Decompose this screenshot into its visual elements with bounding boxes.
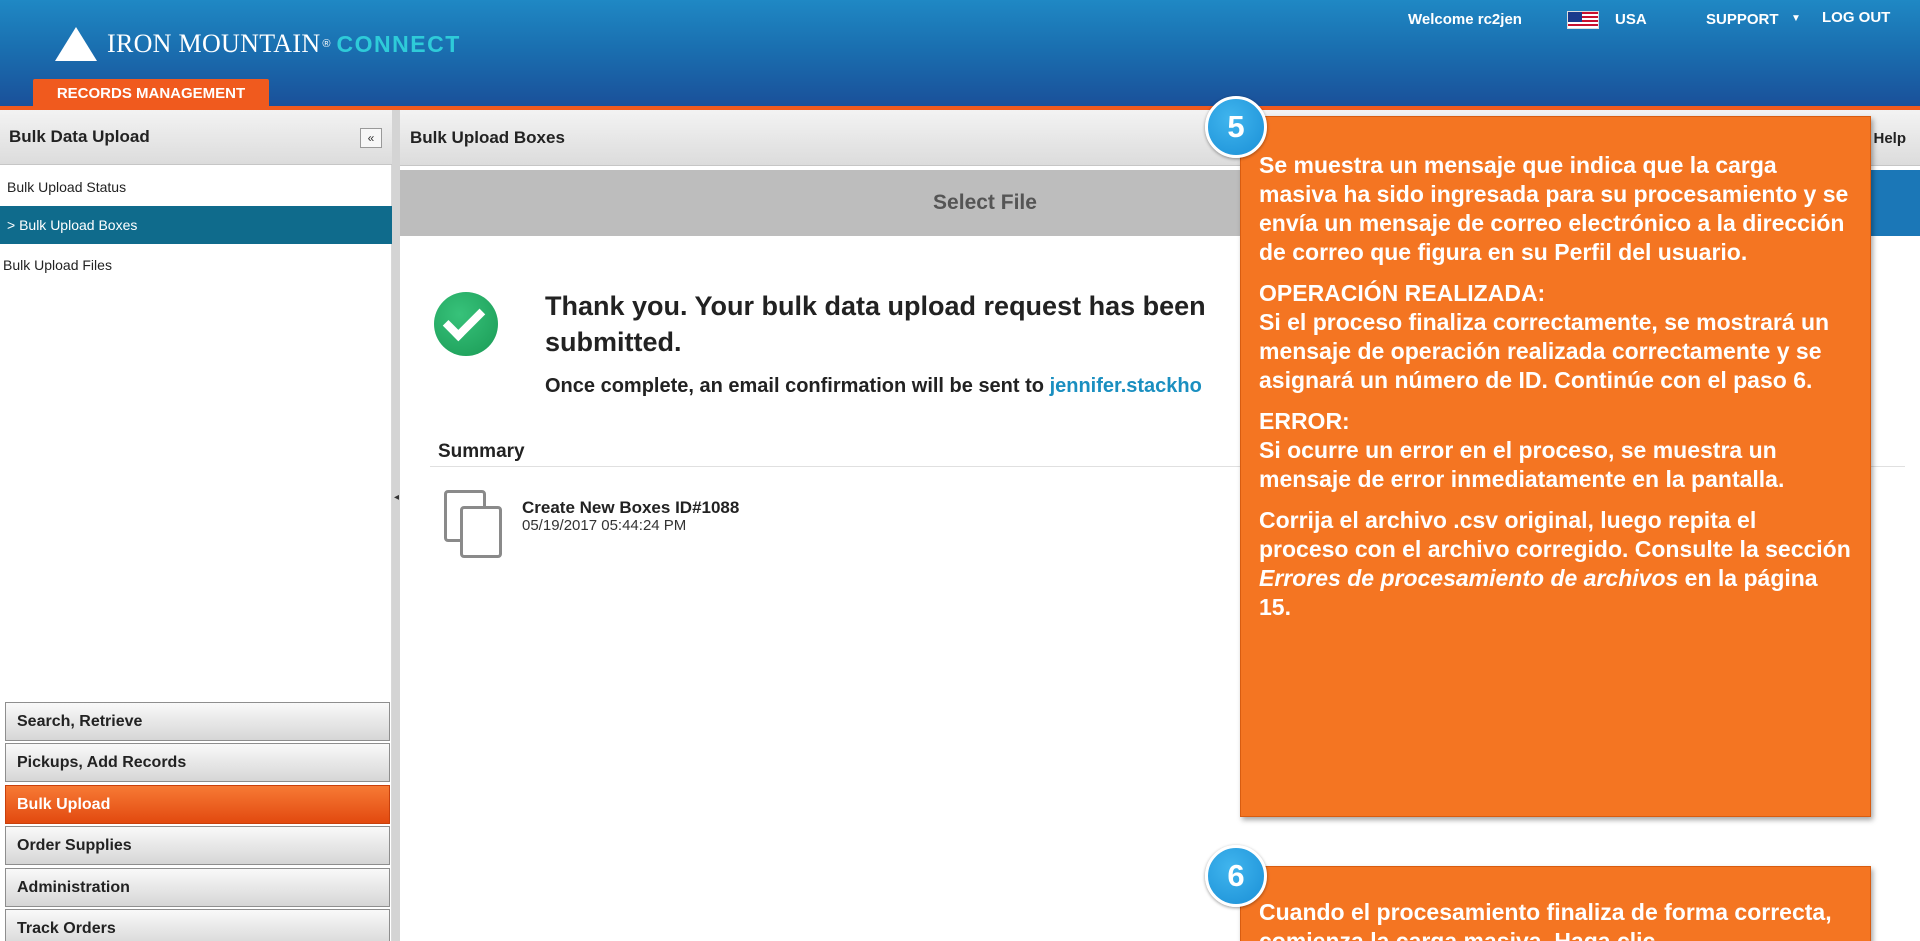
nav-pickups-add-records[interactable]: Pickups, Add Records bbox=[5, 743, 390, 782]
nav-order-supplies[interactable]: Order Supplies bbox=[5, 826, 390, 865]
chevron-left-icon[interactable]: ◂ bbox=[394, 492, 399, 503]
callout-5-error-body: Si ocurre un error en el proceso, se mue… bbox=[1259, 437, 1785, 492]
check-circle-icon bbox=[434, 292, 498, 356]
callout-step-5: Se muestra un mensaje que indica que la … bbox=[1240, 116, 1871, 817]
nav-administration[interactable]: Administration bbox=[5, 868, 390, 907]
copy-icon bbox=[444, 490, 504, 560]
tab-records-management[interactable]: RECORDS MANAGEMENT bbox=[33, 79, 269, 108]
double-chevron-left-icon[interactable]: « bbox=[360, 128, 382, 148]
logo-text: IRON MOUNTAIN bbox=[107, 29, 321, 58]
triangle-mountain-icon bbox=[55, 27, 97, 61]
sidebar-title: Bulk Data Upload bbox=[0, 110, 392, 165]
success-heading: Thank you. Your bulk data upload request… bbox=[545, 291, 1206, 357]
confirmation-prefix: Once complete, an email confirmation wil… bbox=[545, 375, 1050, 397]
check-mark bbox=[442, 298, 486, 342]
callout-5-ok-body: Si el proceso finaliza correctamente, se… bbox=[1259, 309, 1830, 393]
callout-5-fix-reference: Errores de procesamiento de archivos bbox=[1259, 565, 1679, 591]
confirmation-email[interactable]: jennifer.stackho bbox=[1050, 375, 1202, 397]
logo-registered-mark: ® bbox=[322, 38, 331, 50]
step-5-badge: 5 bbox=[1205, 96, 1267, 158]
usa-flag-icon[interactable] bbox=[1567, 11, 1599, 29]
callout-6-text: Cuando el procesamiento finaliza de form… bbox=[1259, 899, 1832, 941]
step-6-badge: 6 bbox=[1205, 845, 1267, 907]
chevron-down-icon[interactable]: ▼ bbox=[1791, 13, 1801, 24]
callout-5-fix-start: Corrija el archivo .csv original, luego … bbox=[1259, 507, 1851, 562]
logo-connect-text: CONNECT bbox=[336, 30, 461, 57]
callout-step-6: Cuando el procesamiento finaliza de form… bbox=[1240, 866, 1871, 941]
summary-item-name[interactable]: Create New Boxes ID#1088 bbox=[522, 498, 739, 518]
panel-splitter[interactable] bbox=[392, 110, 400, 941]
copy-icon-front bbox=[460, 506, 502, 558]
sidebar-item-bulk-upload-files[interactable]: Bulk Upload Files bbox=[0, 246, 392, 284]
flag-canton bbox=[1568, 12, 1582, 22]
welcome-text: Welcome rc2jen bbox=[1408, 11, 1522, 28]
nav-track-orders[interactable]: Track Orders bbox=[5, 909, 390, 941]
callout-5-fix: Corrija el archivo .csv original, luego … bbox=[1259, 506, 1852, 622]
summary-heading: Summary bbox=[438, 441, 525, 462]
summary-item-date: 05/19/2017 05:44:24 PM bbox=[522, 517, 687, 534]
logout-link[interactable]: LOG OUT bbox=[1822, 9, 1890, 26]
nav-search-retrieve[interactable]: Search, Retrieve bbox=[5, 702, 390, 741]
sidebar-item-bulk-upload-boxes[interactable]: > Bulk Upload Boxes bbox=[0, 206, 392, 244]
sidebar-item-bulk-upload-status[interactable]: Bulk Upload Status bbox=[0, 168, 392, 206]
callout-5-error-heading: ERROR: bbox=[1259, 408, 1350, 434]
callout-5-ok-heading: OPERACIÓN REALIZADA: bbox=[1259, 280, 1546, 306]
callout-5-intro: Se muestra un mensaje que indica que la … bbox=[1259, 152, 1849, 265]
iron-mountain-logo[interactable]: IRON MOUNTAIN ® CONNECT bbox=[55, 24, 461, 64]
help-link[interactable]: Help bbox=[1873, 130, 1906, 147]
app-header: IRON MOUNTAIN ® CONNECT RECORDS MANAGEME… bbox=[0, 0, 1920, 108]
nav-bulk-upload[interactable]: Bulk Upload bbox=[5, 785, 390, 824]
confirmation-text: Once complete, an email confirmation wil… bbox=[545, 375, 1202, 398]
support-menu[interactable]: SUPPORT bbox=[1706, 11, 1779, 28]
country-selector[interactable]: USA bbox=[1615, 11, 1647, 28]
sidebar: Bulk Data Upload « Bulk Upload Status > … bbox=[0, 110, 392, 941]
